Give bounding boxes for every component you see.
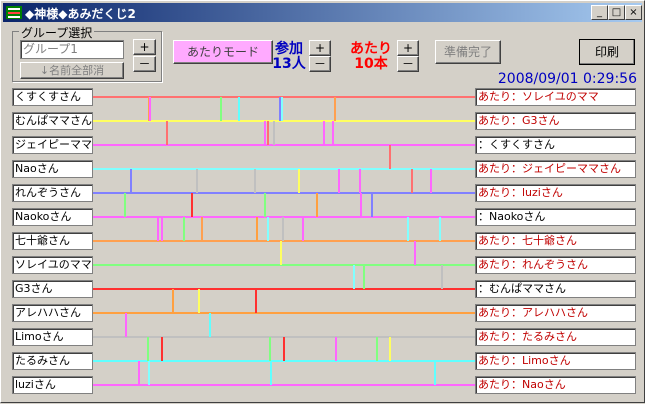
result-field: ：むんぱママさん: [475, 280, 636, 298]
participant-name-field[interactable]: Limoさん: [12, 328, 93, 346]
participant-name-field[interactable]: Naoさん: [12, 160, 93, 178]
result-field: あたり：ジェイピーママさん: [475, 160, 636, 178]
result-field: ：くすくすさん: [475, 136, 636, 154]
result-field: あたり：アレハハさん: [475, 304, 636, 322]
participant-name-field[interactable]: Naokoさん: [12, 208, 93, 226]
result-field: あたり：Limoさん: [475, 352, 636, 370]
result-field: ：Naokoさん: [475, 208, 636, 226]
app-window: ◆神様◆あみだくじ2 _ □ × グループ選択 グループ1 + － ↓名前全部消…: [0, 0, 645, 403]
participant-name-field[interactable]: luziさん: [12, 376, 93, 394]
participant-name-field[interactable]: たるみさん: [12, 352, 93, 370]
participant-name-field[interactable]: ジェイピーママ: [12, 136, 93, 154]
result-field: あたり：七十爺さん: [475, 232, 636, 250]
result-field: あたり：G3さん: [475, 112, 636, 130]
result-field: あたり：たるみさん: [475, 328, 636, 346]
participant-name-field[interactable]: れんぞうさん: [12, 184, 93, 202]
participant-name-field[interactable]: くすくすさん: [12, 88, 93, 106]
participant-name-field[interactable]: 七十爺さん: [12, 232, 93, 250]
participant-name-field[interactable]: アレハハさん: [12, 304, 93, 322]
result-field: あたり：ソレイユのママ: [475, 88, 636, 106]
participant-name-field[interactable]: G3さん: [12, 280, 93, 298]
result-field: あたり：れんぞうさん: [475, 256, 636, 274]
participant-name-field[interactable]: ソレイユのママ: [12, 256, 93, 274]
result-field: あたり：luziさん: [475, 184, 636, 202]
result-field: あたり：Naoさん: [475, 376, 636, 394]
participant-name-field[interactable]: むんぱママさん: [12, 112, 93, 130]
